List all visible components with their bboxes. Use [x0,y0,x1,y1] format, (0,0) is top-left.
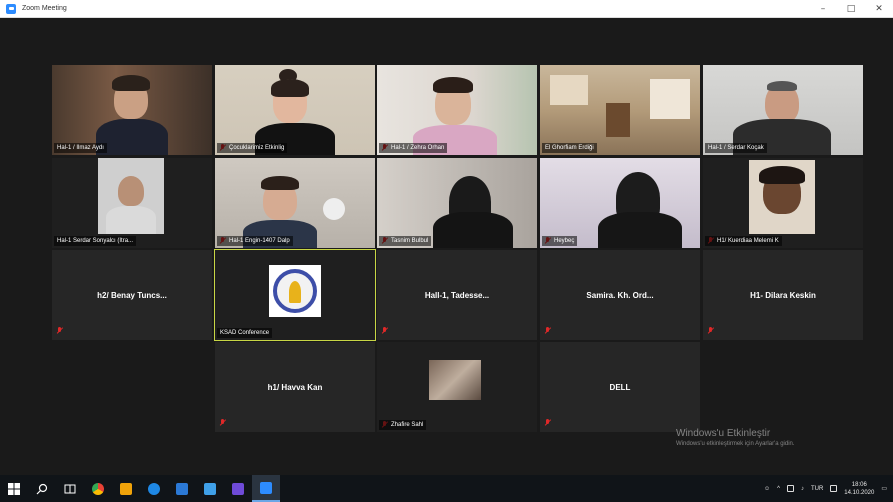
participant-video [540,158,700,248]
active-speaker-tile[interactable]: KSAD Conference [214,249,376,341]
participant-tile[interactable]: Hal-1 Serdar Sonyalcı (Itra... [52,158,212,248]
taskbar-clock[interactable]: 18:06 14.10.2020 [844,481,874,497]
participant-name: Çocuklarimiz Etkinlig [217,143,288,153]
files-icon[interactable] [196,475,224,502]
participant-name: H1- Dilara Keskin [750,290,816,300]
maximize-button[interactable]: □ [837,0,865,18]
participant-name: Hal-1 / Serdar Koçak [705,143,767,153]
participant-video [52,158,212,248]
participant-photo [429,360,481,400]
participant-video [377,158,537,248]
clock-time: 18:06 [851,481,867,488]
participant-tile[interactable]: Hall-1, Tadesse... [377,250,537,340]
participant-tile[interactable]: DELL [540,342,700,432]
search-icon[interactable] [28,475,56,502]
close-button[interactable]: ✕ [865,0,893,18]
participant-name: h2/ Benay Tuncs... [97,290,167,300]
notification-icon[interactable]: ▭ [881,485,887,492]
participant-name: Hall-1, Tadesse... [424,290,490,300]
gallery-view: Hal-1 / Ilmaz Aydı Çocuklarimiz Etkinlig… [0,18,893,475]
participant-tile[interactable]: Çocuklarimiz Etkinlig [215,65,375,155]
chrome-icon[interactable] [84,475,112,502]
participant-name: Hal-1 / Zehra Orhan [379,143,448,153]
participant-tile[interactable]: El Ghorfiam Erdiği [540,65,700,155]
participant-tile[interactable]: H1- Dilara Keskin [703,250,863,340]
participant-name: Zhafire Sahl [379,420,427,430]
participant-name: Heybeç [542,236,578,246]
muted-mic-icon [544,419,551,427]
participant-tile[interactable]: Hal-1 Engin-1407 Dalp [215,158,375,248]
windows-start-icon[interactable] [0,475,28,502]
task-view-icon[interactable] [56,475,84,502]
participant-name: KSAD Conference [217,328,273,338]
zoom-app-icon [6,3,16,14]
muted-mic-icon [219,419,226,427]
participant-tile[interactable]: H1/ Kuerdiaa Melemi K [703,158,863,248]
participant-tile[interactable]: Heybeç [540,158,700,248]
store-icon[interactable] [112,475,140,502]
participant-tile[interactable]: Hal-1 / Serdar Koçak [703,65,863,155]
participant-tile[interactable]: Hal-1 / Ilmaz Aydı [52,65,212,155]
participant-video [540,65,700,155]
participant-tile[interactable]: h1/ Havva Kan [215,342,375,432]
participant-tile[interactable]: Zhafire Sahl [377,342,537,432]
participant-tile[interactable]: Tasnim Bulbul [377,158,537,248]
watermark-title: Windows'u Etkinleştir [676,428,771,439]
people-icon[interactable]: ☺ [764,486,770,492]
windows-taskbar: ☺ ^ ♪ TUR 18:06 14.10.2020 ▭ [0,475,893,502]
participant-video [703,158,863,248]
window-titlebar: Zoom Meeting – □ ✕ [0,0,893,18]
clock-date: 14.10.2020 [844,489,875,496]
participant-video [215,250,375,340]
participant-video [377,342,537,432]
participant-video [703,65,863,155]
muted-mic-icon [381,327,388,335]
system-tray: ☺ ^ ♪ TUR 18:06 14.10.2020 ▭ [764,475,887,502]
conference-logo [269,265,321,317]
window-title: Zoom Meeting [22,5,67,12]
chevron-up-icon[interactable]: ^ [777,486,780,492]
muted-mic-icon [56,327,63,335]
language-indicator[interactable]: TUR [811,486,823,492]
zoom-icon[interactable] [252,475,280,502]
participant-video [52,65,212,155]
participant-name: Hal-1 Serdar Sonyalcı (Itra... [54,236,137,246]
participant-name: Samira. Kh. Ord... [586,290,654,300]
participant-name: H1/ Kuerdiaa Melemi K [705,236,782,246]
participant-tile[interactable]: h2/ Benay Tuncs... [52,250,212,340]
participant-video [377,65,537,155]
network-icon[interactable] [786,485,794,492]
participant-name: Hal-1 / Ilmaz Aydı [54,143,107,153]
watermark-subtitle: Windows'u etkinleştirmek için Ayarlar'a … [676,441,795,447]
windows-activation-watermark: Windows'u Etkinleştir Windows'u etkinleş… [676,428,795,447]
participant-name: El Ghorfiam Erdiği [542,143,597,153]
minimize-button[interactable]: – [809,0,837,18]
keyboard-icon[interactable] [830,485,838,492]
mail-icon[interactable] [168,475,196,502]
muted-mic-icon [544,327,551,335]
participant-name: Hal-1 Engin-1407 Dalp [217,236,293,246]
participant-name: DELL [609,382,631,392]
participant-video [215,158,375,248]
participant-video [215,65,375,155]
participant-name: Tasnim Bulbul [379,236,432,246]
volume-icon[interactable]: ♪ [801,486,804,492]
participant-name: h1/ Havva Kan [267,382,323,392]
window-controls: – □ ✕ [809,0,893,18]
participant-tile[interactable]: Samira. Kh. Ord... [540,250,700,340]
muted-mic-icon [707,327,714,335]
photos-icon[interactable] [224,475,252,502]
edge-icon[interactable] [140,475,168,502]
participant-tile[interactable]: Hal-1 / Zehra Orhan [377,65,537,155]
